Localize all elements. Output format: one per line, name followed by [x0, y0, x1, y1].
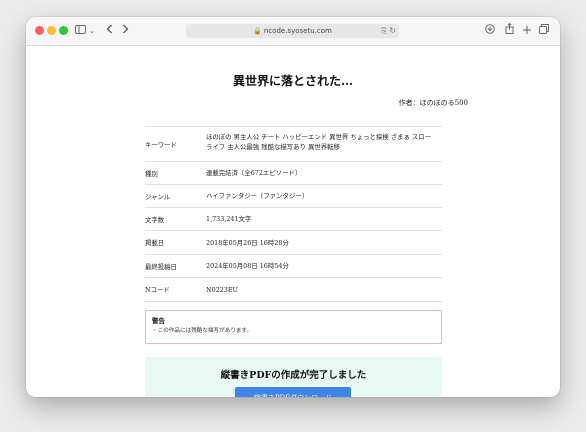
info-row-keywords: キーワード ほのぼの 男主人公 チート ハッピーエンド 異世界 ちょっと探検 ざ… [145, 126, 442, 161]
warning-title: 警告 [152, 317, 165, 325]
pdf-complete-panel: 縦書きPDFの作成が完了しました 縦書きPDFダウンロード [145, 357, 442, 397]
info-row-type: 種別 連載完結済〔全672エピソード〕 [145, 161, 442, 184]
close-window-button[interactable] [35, 26, 44, 35]
page-content: 異世界に落とされた… 作者：ほのぼのる500 キーワード ほのぼの 男主人公 チ… [26, 46, 560, 397]
pdf-download-button[interactable]: 縦書きPDFダウンロード [235, 387, 351, 397]
forward-icon[interactable] [120, 22, 130, 40]
download-icon[interactable] [484, 22, 496, 40]
keyword-line: ライフ 主人公最強 残酷な描写あり 異世界転移 [206, 143, 340, 151]
back-icon[interactable] [104, 22, 114, 40]
warning-text: ・この作品には残酷な描写があります。 [152, 328, 253, 334]
browser-toolbar: ⌄ 🔒 ncode.syosetu.com ⎘ ↻ + [26, 17, 560, 46]
new-tab-icon[interactable]: + [521, 22, 533, 40]
info-row-last-posted: 最終投稿日 2024年05月08日 16時54分 [145, 254, 442, 277]
keyword-line: ほのぼの 男主人公 チート ハッピーエンド 異世界 ちょっと探検 ざまぁ スロー [206, 133, 432, 141]
info-label: 掲載日 [145, 239, 165, 247]
novel-info-table: キーワード ほのぼの 男主人公 チート ハッピーエンド 異世界 ちょっと探検 ざ… [145, 126, 442, 302]
info-label: 文字数 [145, 215, 165, 224]
info-value: 連載完結済〔全672エピソード〕 [206, 169, 302, 177]
info-value: 1,733,241文字 [206, 215, 252, 223]
info-value: N0223EU [206, 285, 238, 294]
minimize-window-button[interactable] [47, 26, 56, 35]
info-value: 2024年05月08日 16時54分 [206, 262, 289, 270]
info-label: Nコード [145, 286, 170, 294]
info-row-published: 掲載日 2018年05月26日 16時28分 [145, 230, 442, 254]
lock-icon: 🔒 [253, 27, 262, 35]
info-label: ジャンル [145, 192, 171, 201]
info-label: 種別 [145, 169, 158, 178]
novel-title: 異世界に落とされた… [232, 74, 353, 88]
author-line: 作者：ほのぼのる500 [399, 98, 468, 108]
info-row-genre: ジャンル ハイファンタジー〔ファンタジー〕 [145, 184, 442, 207]
info-row-char-count: 文字数 1,733,241文字 [145, 207, 442, 230]
warning-box: 警告 ・この作品には残酷な描写があります。 [145, 310, 442, 344]
info-row-ncode: Nコード N0223EU [145, 277, 442, 302]
info-value: ほのぼの 男主人公 チート ハッピーエンド 異世界 ちょっと探検 ざまぁ スロー… [206, 127, 442, 161]
author-name[interactable]: ほのぼのる500 [420, 99, 468, 107]
info-label: キーワード [145, 140, 177, 149]
info-label: 最終投稿日 [145, 262, 177, 271]
info-value[interactable]: ハイファンタジー〔ファンタジー〕 [206, 185, 442, 207]
info-value: 2018年05月26日 16時28分 [206, 238, 289, 247]
zoom-window-button[interactable] [59, 26, 68, 35]
share-icon[interactable] [503, 22, 515, 40]
reload-icon[interactable]: ↻ [389, 24, 396, 38]
translate-icon[interactable]: ⎘ [381, 24, 387, 38]
browser-window: ⌄ 🔒 ncode.syosetu.com ⎘ ↻ + 異世界に落とされた… 作者… [26, 17, 560, 397]
sidebar-icon[interactable] [74, 22, 86, 40]
url-text: ncode.syosetu.com [263, 27, 332, 35]
chevron-down-icon[interactable]: ⌄ [88, 22, 96, 40]
tab-overview-icon[interactable] [538, 22, 550, 40]
author-label: 作者： [398, 99, 420, 107]
address-bar[interactable]: 🔒 ncode.syosetu.com ⎘ ↻ [186, 24, 399, 38]
pdf-complete-message: 縦書きPDFの作成が完了しました [220, 370, 367, 381]
